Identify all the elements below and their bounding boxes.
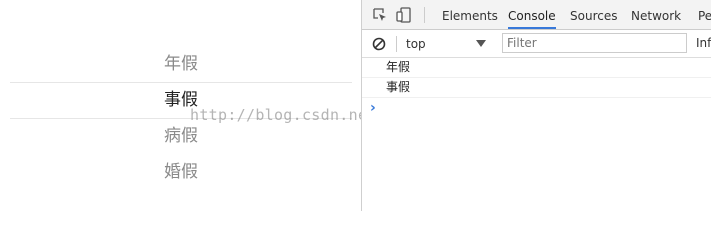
dropdown-arrow-icon bbox=[476, 40, 486, 47]
console-output: 年假 事假 › bbox=[362, 58, 711, 211]
tab-network[interactable]: Network bbox=[631, 0, 681, 29]
tab-sources[interactable]: Sources bbox=[570, 0, 617, 29]
toolbar-divider bbox=[424, 7, 425, 23]
context-select[interactable]: top bbox=[406, 36, 486, 52]
console-filter-input[interactable] bbox=[502, 33, 687, 53]
picker-item-marriage-leave[interactable]: 婚假 bbox=[10, 154, 352, 190]
tab-console[interactable]: Console bbox=[508, 0, 556, 29]
context-select-value: top bbox=[406, 37, 426, 51]
console-message: 年假 bbox=[362, 58, 711, 78]
filterbar-divider bbox=[396, 36, 397, 52]
clear-console-icon[interactable] bbox=[372, 36, 386, 51]
console-message: 事假 bbox=[362, 78, 711, 98]
prompt-chevron-icon: › bbox=[370, 100, 376, 116]
app-window: 年假 事假 病假 婚假 http://blog.csdn.net/michael… bbox=[0, 0, 711, 211]
device-toolbar-icon[interactable] bbox=[396, 7, 412, 23]
inspect-icon[interactable] bbox=[372, 7, 388, 23]
tab-elements[interactable]: Elements bbox=[442, 0, 498, 29]
console-prompt[interactable]: › bbox=[362, 98, 711, 116]
page-viewport: 年假 事假 病假 婚假 http://blog.csdn.net/michael… bbox=[0, 0, 516, 211]
devtools-toolbar: Elements Console Sources Network Per bbox=[362, 0, 711, 30]
tab-performance[interactable]: Per bbox=[698, 0, 711, 29]
log-levels-select[interactable]: Info bbox=[696, 36, 711, 50]
picker-item-annual-leave[interactable]: 年假 bbox=[10, 46, 352, 82]
devtools-panel: Elements Console Sources Network Per top… bbox=[361, 0, 711, 211]
console-filter-bar: top Info bbox=[362, 30, 711, 58]
